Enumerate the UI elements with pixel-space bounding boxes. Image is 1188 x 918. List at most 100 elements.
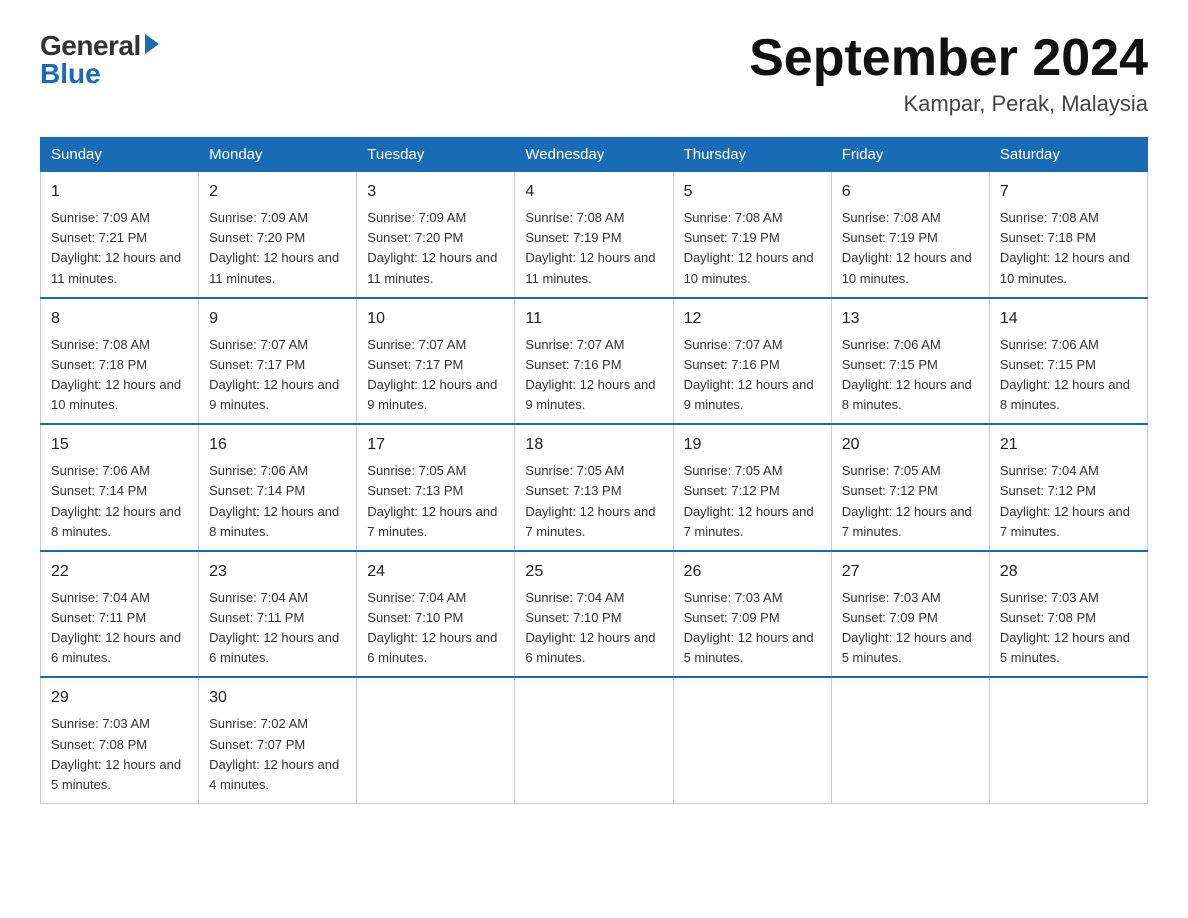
day-number: 9 (209, 307, 346, 331)
cell-content: Sunrise: 7:04 AMSunset: 7:11 PMDaylight:… (209, 588, 346, 669)
column-header-thursday: Thursday (673, 138, 831, 172)
calendar-cell: 6Sunrise: 7:08 AMSunset: 7:19 PMDaylight… (831, 172, 989, 298)
calendar-cell: 12 Sunrise: 7:07 AMSunset: 7:16 PMDayligh… (673, 298, 831, 425)
day-number: 13 (842, 307, 979, 331)
calendar-week-row: 29 Sunrise: 7:03 AMSunset: 7:08 PMDayligh… (41, 677, 1148, 803)
calendar-cell: 13 Sunrise: 7:06 AMSunset: 7:15 PMDayligh… (831, 298, 989, 425)
cell-content: Sunrise: 7:07 AMSunset: 7:17 PMDaylight:… (209, 335, 346, 416)
cell-content: Sunrise: 7:07 AMSunset: 7:16 PMDaylight:… (684, 335, 821, 416)
day-number: 23 (209, 560, 346, 584)
calendar-header-row: SundayMondayTuesdayWednesdayThursdayFrid… (41, 138, 1148, 172)
calendar-cell: 18 Sunrise: 7:05 AMSunset: 7:13 PMDayligh… (515, 424, 673, 551)
day-number: 27 (842, 560, 979, 584)
cell-content: Sunrise: 7:06 AMSunset: 7:14 PMDaylight:… (51, 461, 188, 542)
logo: General Blue (40, 30, 159, 90)
title-section: September 2024 Kampar, Perak, Malaysia (749, 30, 1148, 117)
cell-content: Sunrise: 7:09 AMSunset: 7:20 PMDaylight:… (367, 208, 504, 289)
calendar-week-row: 15 Sunrise: 7:06 AMSunset: 7:14 PMDayligh… (41, 424, 1148, 551)
cell-content: Sunrise: 7:04 AMSunset: 7:12 PMDaylight:… (1000, 461, 1137, 542)
cell-content: Sunrise: 7:03 AMSunset: 7:09 PMDaylight:… (684, 588, 821, 669)
cell-content: Sunrise: 7:04 AMSunset: 7:10 PMDaylight:… (525, 588, 662, 669)
calendar-cell: 7 Sunrise: 7:08 AMSunset: 7:18 PMDaylight… (989, 172, 1147, 298)
cell-content: Sunrise: 7:06 AMSunset: 7:15 PMDaylight:… (842, 335, 979, 416)
calendar-cell: 9 Sunrise: 7:07 AMSunset: 7:17 PMDaylight… (199, 298, 357, 425)
calendar-cell (831, 677, 989, 803)
cell-content: Sunrise: 7:05 AMSunset: 7:13 PMDaylight:… (525, 461, 662, 542)
cell-content: Sunrise: 7:09 AMSunset: 7:20 PMDaylight:… (209, 208, 346, 289)
column-header-tuesday: Tuesday (357, 138, 515, 172)
day-number: 25 (525, 560, 662, 584)
day-number: 12 (684, 307, 821, 331)
calendar-cell: 25 Sunrise: 7:04 AMSunset: 7:10 PMDayligh… (515, 551, 673, 678)
cell-content: Sunrise: 7:05 AMSunset: 7:12 PMDaylight:… (842, 461, 979, 542)
calendar-cell: 10 Sunrise: 7:07 AMSunset: 7:17 PMDayligh… (357, 298, 515, 425)
day-number: 24 (367, 560, 504, 584)
calendar-cell: 14 Sunrise: 7:06 AMSunset: 7:15 PMDayligh… (989, 298, 1147, 425)
day-number: 16 (209, 433, 346, 457)
calendar-week-row: 8 Sunrise: 7:08 AMSunset: 7:18 PMDaylight… (41, 298, 1148, 425)
calendar-cell: 3 Sunrise: 7:09 AMSunset: 7:20 PMDaylight… (357, 172, 515, 298)
cell-content: Sunrise: 7:05 AMSunset: 7:12 PMDaylight:… (684, 461, 821, 542)
page-header: General Blue September 2024 Kampar, Pera… (40, 30, 1148, 117)
calendar-cell: 5 Sunrise: 7:08 AMSunset: 7:19 PMDaylight… (673, 172, 831, 298)
cell-content: Sunrise: 7:06 AMSunset: 7:14 PMDaylight:… (209, 461, 346, 542)
cell-content: Sunrise: 7:08 AMSunset: 7:18 PMDaylight:… (1000, 208, 1137, 289)
cell-content: Sunrise: 7:03 AMSunset: 7:08 PMDaylight:… (51, 714, 188, 795)
day-number: 5 (684, 180, 821, 204)
column-header-wednesday: Wednesday (515, 138, 673, 172)
calendar-week-row: 22Sunrise: 7:04 AMSunset: 7:11 PMDayligh… (41, 551, 1148, 678)
calendar-cell: 22Sunrise: 7:04 AMSunset: 7:11 PMDayligh… (41, 551, 199, 678)
cell-content: Sunrise: 7:04 AMSunset: 7:11 PMDaylight:… (51, 588, 188, 669)
calendar-cell: 29 Sunrise: 7:03 AMSunset: 7:08 PMDayligh… (41, 677, 199, 803)
cell-content: Sunrise: 7:09 AMSunset: 7:21 PMDaylight:… (51, 208, 188, 289)
cell-content: Sunrise: 7:08 AMSunset: 7:18 PMDaylight:… (51, 335, 188, 416)
day-number: 4 (525, 180, 662, 204)
calendar-table: SundayMondayTuesdayWednesdayThursdayFrid… (40, 137, 1148, 804)
day-number: 8 (51, 307, 188, 331)
cell-content: Sunrise: 7:03 AMSunset: 7:08 PMDaylight:… (1000, 588, 1137, 669)
calendar-cell (673, 677, 831, 803)
day-number: 3 (367, 180, 504, 204)
column-header-sunday: Sunday (41, 138, 199, 172)
day-number: 14 (1000, 307, 1137, 331)
column-header-saturday: Saturday (989, 138, 1147, 172)
calendar-cell: 1 Sunrise: 7:09 AMSunset: 7:21 PMDaylight… (41, 172, 199, 298)
day-number: 1 (51, 180, 188, 204)
calendar-cell: 4 Sunrise: 7:08 AMSunset: 7:19 PMDaylight… (515, 172, 673, 298)
calendar-cell (515, 677, 673, 803)
day-number: 19 (684, 433, 821, 457)
cell-content: Sunrise: 7:05 AMSunset: 7:13 PMDaylight:… (367, 461, 504, 542)
location-text: Kampar, Perak, Malaysia (749, 91, 1148, 117)
cell-content: Sunrise: 7:08 AMSunset: 7:19 PMDaylight:… (684, 208, 821, 289)
calendar-cell: 17 Sunrise: 7:05 AMSunset: 7:13 PMDayligh… (357, 424, 515, 551)
month-title: September 2024 (749, 30, 1148, 87)
day-number: 2 (209, 180, 346, 204)
calendar-cell: 27Sunrise: 7:03 AMSunset: 7:09 PMDayligh… (831, 551, 989, 678)
cell-content: Sunrise: 7:07 AMSunset: 7:17 PMDaylight:… (367, 335, 504, 416)
logo-arrow-icon (145, 34, 159, 54)
calendar-cell: 8 Sunrise: 7:08 AMSunset: 7:18 PMDaylight… (41, 298, 199, 425)
day-number: 17 (367, 433, 504, 457)
day-number: 10 (367, 307, 504, 331)
cell-content: Sunrise: 7:02 AMSunset: 7:07 PMDaylight:… (209, 714, 346, 795)
calendar-cell: 21Sunrise: 7:04 AMSunset: 7:12 PMDayligh… (989, 424, 1147, 551)
day-number: 30 (209, 686, 346, 710)
calendar-cell: 16 Sunrise: 7:06 AMSunset: 7:14 PMDayligh… (199, 424, 357, 551)
day-number: 7 (1000, 180, 1137, 204)
day-number: 26 (684, 560, 821, 584)
calendar-cell: 19 Sunrise: 7:05 AMSunset: 7:12 PMDayligh… (673, 424, 831, 551)
day-number: 18 (525, 433, 662, 457)
day-number: 11 (525, 307, 662, 331)
day-number: 29 (51, 686, 188, 710)
calendar-cell: 28 Sunrise: 7:03 AMSunset: 7:08 PMDayligh… (989, 551, 1147, 678)
calendar-cell: 15 Sunrise: 7:06 AMSunset: 7:14 PMDayligh… (41, 424, 199, 551)
cell-content: Sunrise: 7:07 AMSunset: 7:16 PMDaylight:… (525, 335, 662, 416)
calendar-cell: 26 Sunrise: 7:03 AMSunset: 7:09 PMDayligh… (673, 551, 831, 678)
day-number: 28 (1000, 560, 1137, 584)
day-number: 15 (51, 433, 188, 457)
calendar-cell: 11 Sunrise: 7:07 AMSunset: 7:16 PMDayligh… (515, 298, 673, 425)
cell-content: Sunrise: 7:06 AMSunset: 7:15 PMDaylight:… (1000, 335, 1137, 416)
calendar-cell: 24Sunrise: 7:04 AMSunset: 7:10 PMDayligh… (357, 551, 515, 678)
cell-content: Sunrise: 7:08 AMSunset: 7:19 PMDaylight:… (842, 208, 979, 289)
cell-content: Sunrise: 7:08 AMSunset: 7:19 PMDaylight:… (525, 208, 662, 289)
